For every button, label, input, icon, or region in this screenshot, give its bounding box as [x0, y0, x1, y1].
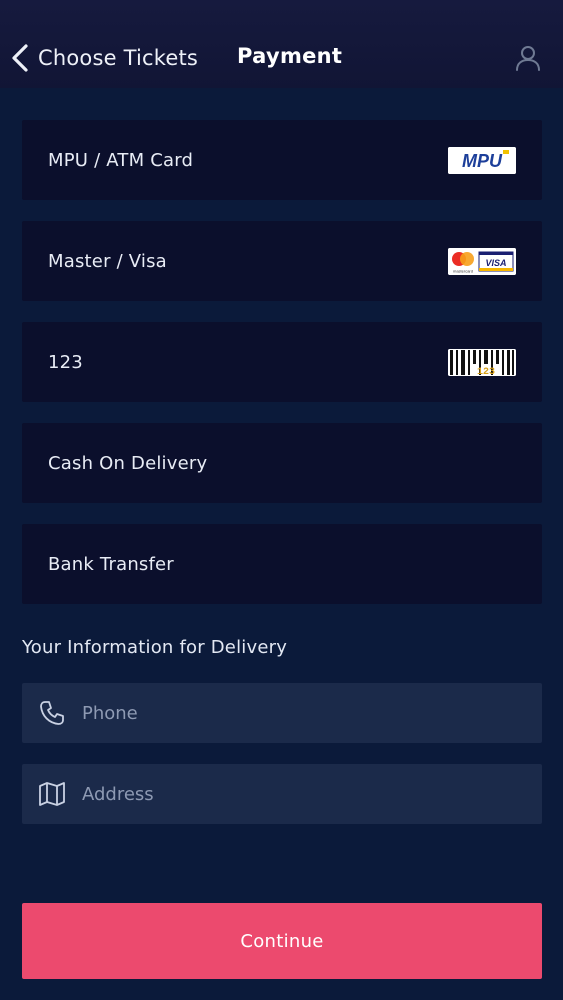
payment-option-master-visa[interactable]: Master / Visa mastercard VISA — [22, 221, 542, 301]
visa-logo-text: VISA — [485, 258, 506, 268]
mastercard-logo-text: mastercard — [453, 268, 473, 273]
continue-button[interactable]: Continue — [22, 903, 542, 979]
back-label: Choose Tickets — [38, 46, 199, 70]
payment-option-label: Master / Visa — [48, 250, 167, 272]
phone-input[interactable] — [82, 683, 522, 743]
payment-option-label: Cash On Delivery — [48, 452, 208, 474]
map-icon — [39, 782, 65, 806]
address-field — [22, 764, 542, 824]
user-icon[interactable] — [514, 44, 542, 72]
payment-option-label: MPU / ATM Card — [48, 149, 194, 171]
top-bar: Choose Tickets Payment — [0, 0, 563, 88]
payment-option-label: Bank Transfer — [48, 553, 174, 575]
payment-method-list: MPU / ATM Card MPU Master / Visa masterc… — [22, 120, 542, 625]
mastercard-visa-logo: mastercard VISA — [448, 247, 516, 275]
page-title: Payment — [237, 44, 343, 68]
chevron-left-icon — [12, 44, 28, 72]
phone-icon — [40, 701, 64, 725]
payment-option-123[interactable]: 123 123 — [22, 322, 542, 402]
mpu-logo-text: MPU — [462, 151, 503, 171]
phone-field — [22, 683, 542, 743]
payment-option-cash-on-delivery[interactable]: Cash On Delivery — [22, 423, 542, 503]
123-logo-text: 123 — [477, 367, 495, 376]
123-barcode-logo: 123 — [448, 348, 516, 376]
payment-option-bank-transfer[interactable]: Bank Transfer — [22, 524, 542, 604]
payment-option-mpu[interactable]: MPU / ATM Card MPU — [22, 120, 542, 200]
delivery-section-title: Your Information for Delivery — [22, 637, 288, 658]
address-input[interactable] — [82, 764, 522, 824]
back-button[interactable]: Choose Tickets — [10, 40, 198, 76]
payment-option-label: 123 — [48, 351, 83, 373]
mpu-logo: MPU — [448, 146, 516, 174]
